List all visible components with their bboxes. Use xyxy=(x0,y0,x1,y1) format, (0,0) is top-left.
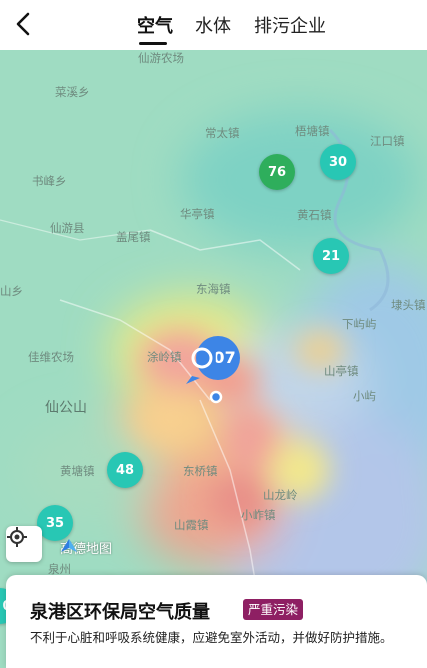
place-label: 华亭镇 xyxy=(180,207,215,221)
aqi-value: 35 xyxy=(45,515,65,531)
place-label: 下屿屿 xyxy=(342,317,377,331)
place-label: 山霞镇 xyxy=(174,518,209,532)
aqi-marker[interactable]: 35 xyxy=(37,505,73,541)
place-label: 山乡 xyxy=(0,284,23,298)
place-label: 书峰乡 xyxy=(32,174,67,188)
tab-bar: 空气 水体 排污企业 xyxy=(0,0,427,50)
tab-polluting-enterprises[interactable]: 排污企业 xyxy=(254,12,326,38)
place-label: 仙公山 xyxy=(45,400,87,416)
place-label: 梧塘镇 xyxy=(295,124,330,138)
place-label: 佳维农场 xyxy=(28,350,74,364)
crosshair-icon xyxy=(7,527,27,547)
tab-air[interactable]: 空气 xyxy=(137,12,173,38)
aqi-value: 76 xyxy=(267,164,287,180)
place-label: 菜溪乡 xyxy=(55,85,90,99)
place-label: 山亭镇 xyxy=(324,364,359,378)
aqi-value: 48 xyxy=(115,462,135,478)
active-tab-indicator xyxy=(139,42,167,45)
place-label: 江口镇 xyxy=(370,134,405,148)
place-label: 东桥镇 xyxy=(183,464,218,478)
location-pin-icon xyxy=(186,336,240,404)
place-label: 小岞镇 xyxy=(241,508,276,522)
aqi-marker[interactable]: 30 xyxy=(320,144,356,180)
health-advice-text: 不利于心脏和呼吸系统健康，应避免室外活动，并做好防护措施。 xyxy=(30,630,393,645)
aqi-value: 30 xyxy=(328,154,348,170)
place-label: 黄石镇 xyxy=(297,208,332,222)
place-label: 小屿 xyxy=(353,389,376,403)
place-label: 仙游县 xyxy=(50,221,85,235)
place-label: 黄塘镇 xyxy=(60,464,95,478)
aqi-marker[interactable]: 76 xyxy=(259,154,295,190)
tab-water[interactable]: 水体 xyxy=(195,12,231,38)
locate-me-button[interactable] xyxy=(6,526,42,562)
selected-station-marker[interactable]: 207 xyxy=(184,334,244,404)
amap-logo-icon xyxy=(61,539,77,552)
pollution-level-badge: 严重污染 xyxy=(243,599,304,620)
place-label: 仙游农场 xyxy=(138,51,184,65)
place-label: 常太镇 xyxy=(205,126,240,140)
aqi-value: 21 xyxy=(321,248,341,264)
place-label: 涂岭镇 xyxy=(147,350,182,364)
station-title: 泉港区环保局空气质量 xyxy=(30,602,210,623)
aqi-marker[interactable]: 21 xyxy=(313,238,349,274)
aqi-marker[interactable]: 48 xyxy=(107,452,143,488)
station-info-card[interactable]: 泉港区环保局空气质量 严重污染 不利于心脏和呼吸系统健康，应避免室外活动，并做好… xyxy=(6,575,427,668)
place-label: 山龙岭 xyxy=(263,488,298,502)
map-attribution: 高德地图 xyxy=(60,538,112,557)
place-label: 盖尾镇 xyxy=(116,230,151,244)
place-label: 东海镇 xyxy=(196,282,231,296)
top-navigation-bar: 空气 水体 排污企业 xyxy=(0,0,427,50)
place-label: 埭头镇 xyxy=(391,298,426,312)
